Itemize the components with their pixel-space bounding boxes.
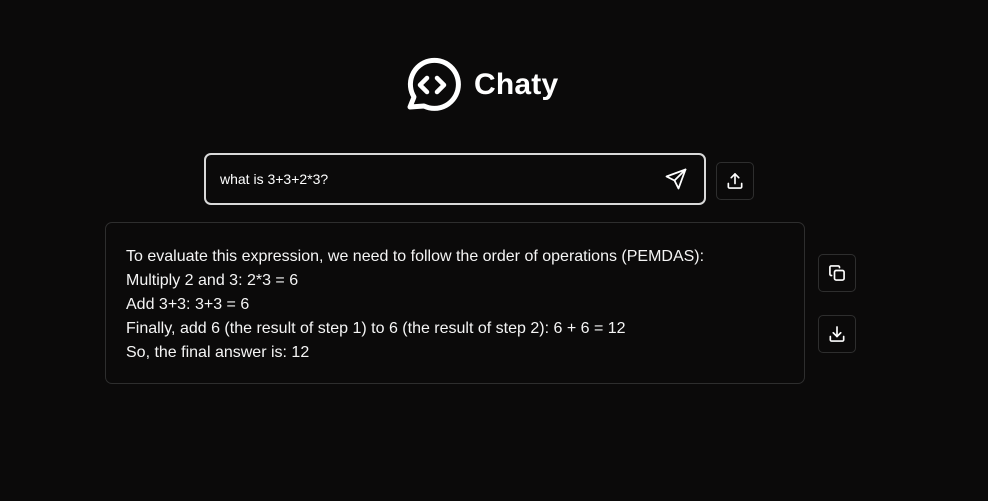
chaty-page: Chaty To evaluate this expression, we ne… [0,0,988,501]
upload-icon [725,171,745,191]
chat-bubble-code-icon [402,56,462,114]
copy-icon [827,263,847,283]
answer-line: Multiply 2 and 3: 2*3 = 6 [126,272,299,289]
prompt-box [204,153,706,205]
answer-line: To evaluate this expression, we need to … [126,248,705,265]
copy-button[interactable] [818,254,856,292]
upload-button[interactable] [716,162,754,200]
download-button[interactable] [818,315,856,353]
send-icon [664,167,688,191]
answer-line: Add 3+3: 3+3 = 6 [126,296,250,313]
prompt-input[interactable] [206,155,654,203]
answer-card: To evaluate this expression, we need to … [105,222,805,384]
download-icon [827,324,847,344]
brand-header: Chaty [402,56,558,114]
answer-line: Finally, add 6 (the result of step 1) to… [126,320,626,337]
answer-line: So, the final answer is: 12 [126,344,310,361]
send-button[interactable] [654,157,698,201]
app-name: Chaty [474,68,559,101]
